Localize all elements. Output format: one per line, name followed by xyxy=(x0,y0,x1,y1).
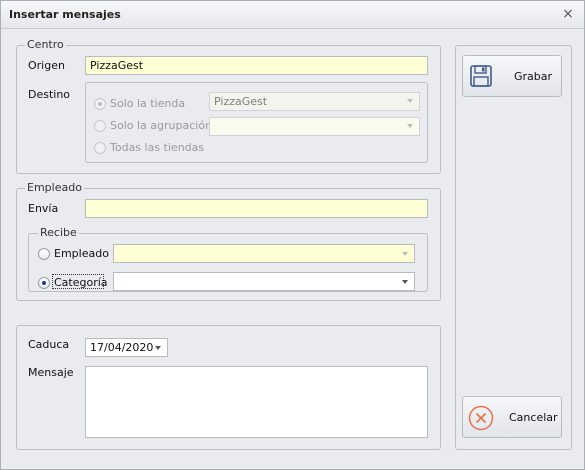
radio-selected-dot xyxy=(42,281,46,285)
tienda-select[interactable]: PizzaGest xyxy=(209,92,420,111)
destino-label: Destino xyxy=(28,88,71,101)
chevron-down-icon xyxy=(155,346,161,350)
insert-messages-dialog: Insertar mensajes × Centro Origen PizzaG… xyxy=(0,0,585,470)
cancel-button-label: Cancelar xyxy=(509,411,558,424)
actions-panel xyxy=(455,45,572,450)
radio-solo-tienda[interactable] xyxy=(94,98,106,110)
radio-todas-tiendas[interactable] xyxy=(94,142,106,154)
radio-selected-dot xyxy=(98,102,102,106)
recibe-categoria-label: Categoría xyxy=(54,276,108,289)
radio-recibe-categoria[interactable] xyxy=(38,277,50,289)
envia-field[interactable] xyxy=(85,199,428,218)
chevron-down-icon xyxy=(402,280,408,284)
save-button-label: Grabar xyxy=(514,70,553,83)
radio-solo-agrupacion[interactable] xyxy=(94,120,106,132)
mensaje-label: Mensaje xyxy=(28,366,74,379)
solo-tienda-label: Solo la tienda xyxy=(110,97,186,110)
close-icon[interactable]: × xyxy=(560,6,576,22)
todas-tiendas-label: Todas las tiendas xyxy=(110,141,205,154)
radio-recibe-empleado[interactable] xyxy=(38,248,50,260)
floppy-disk-icon xyxy=(470,65,492,87)
agrupacion-select[interactable] xyxy=(209,117,420,136)
origen-field[interactable]: PizzaGest xyxy=(85,56,428,75)
cancel-circle-icon xyxy=(468,405,494,431)
chevron-down-icon xyxy=(407,124,413,128)
recibe-categoria-select[interactable] xyxy=(113,272,415,291)
recibe-group-label: Recibe xyxy=(38,226,79,239)
mensaje-textarea[interactable] xyxy=(85,366,428,438)
recibe-empleado-select[interactable] xyxy=(113,244,415,263)
origen-label: Origen xyxy=(28,59,65,72)
chevron-down-icon xyxy=(402,252,408,256)
recibe-empleado-label: Empleado xyxy=(54,247,109,260)
title-bar: Insertar mensajes × xyxy=(1,1,584,29)
cancel-button[interactable]: Cancelar xyxy=(462,396,562,438)
window-title: Insertar mensajes xyxy=(9,8,121,21)
save-button[interactable]: Grabar xyxy=(462,55,562,97)
caduca-label: Caduca xyxy=(28,338,70,351)
chevron-down-icon xyxy=(407,99,413,103)
envia-label: Envía xyxy=(28,202,59,215)
centro-group-label: Centro xyxy=(25,38,66,51)
empleado-group-label: Empleado xyxy=(25,181,84,194)
solo-agrupacion-label: Solo la agrupación xyxy=(110,119,213,132)
